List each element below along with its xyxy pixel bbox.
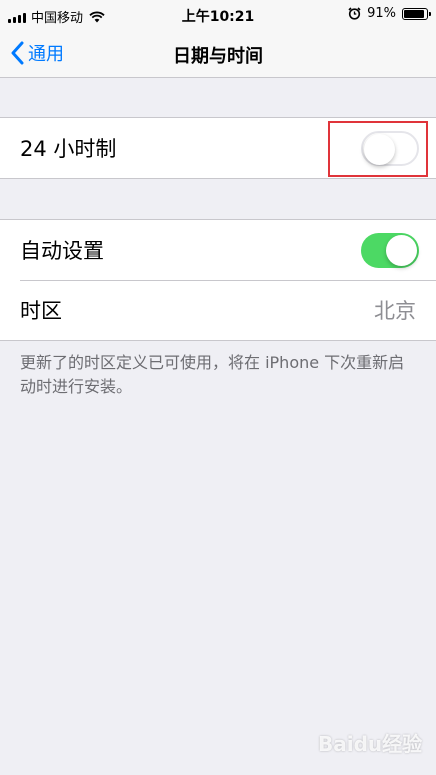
row-auto-set: 自动设置 [0,220,436,280]
chevron-left-icon [11,41,24,65]
back-label: 通用 [28,44,64,65]
row-label: 24 小时制 [20,137,117,161]
battery-percent: 91% [367,6,396,21]
highlight-annotation [328,121,428,177]
timezone-value: 北京 [374,299,416,323]
page-title: 日期与时间 [173,46,263,67]
alarm-icon [348,7,361,20]
toggle-knob [386,234,417,266]
battery-fill [404,9,425,18]
back-button[interactable]: 通用 [10,40,64,66]
status-bar: 中国移动 上午10:21 91% [0,0,436,30]
battery-icon [402,7,431,20]
navigation-bar: 通用 日期与时间 [0,30,436,78]
row-timezone[interactable]: 时区 北京 [0,280,436,340]
status-right: 91% [348,6,431,21]
auto-set-toggle[interactable] [361,232,419,268]
row-label: 时区 [20,299,62,323]
watermark-logo: Baidu经验 [318,732,423,756]
group-auto-time: 自动设置 时区 北京 [0,219,436,341]
row-label: 自动设置 [20,239,104,263]
footer-note: 更新了的时区定义已可使用，将在 iPhone 下次重新启动时进行安装。 [20,353,405,396]
